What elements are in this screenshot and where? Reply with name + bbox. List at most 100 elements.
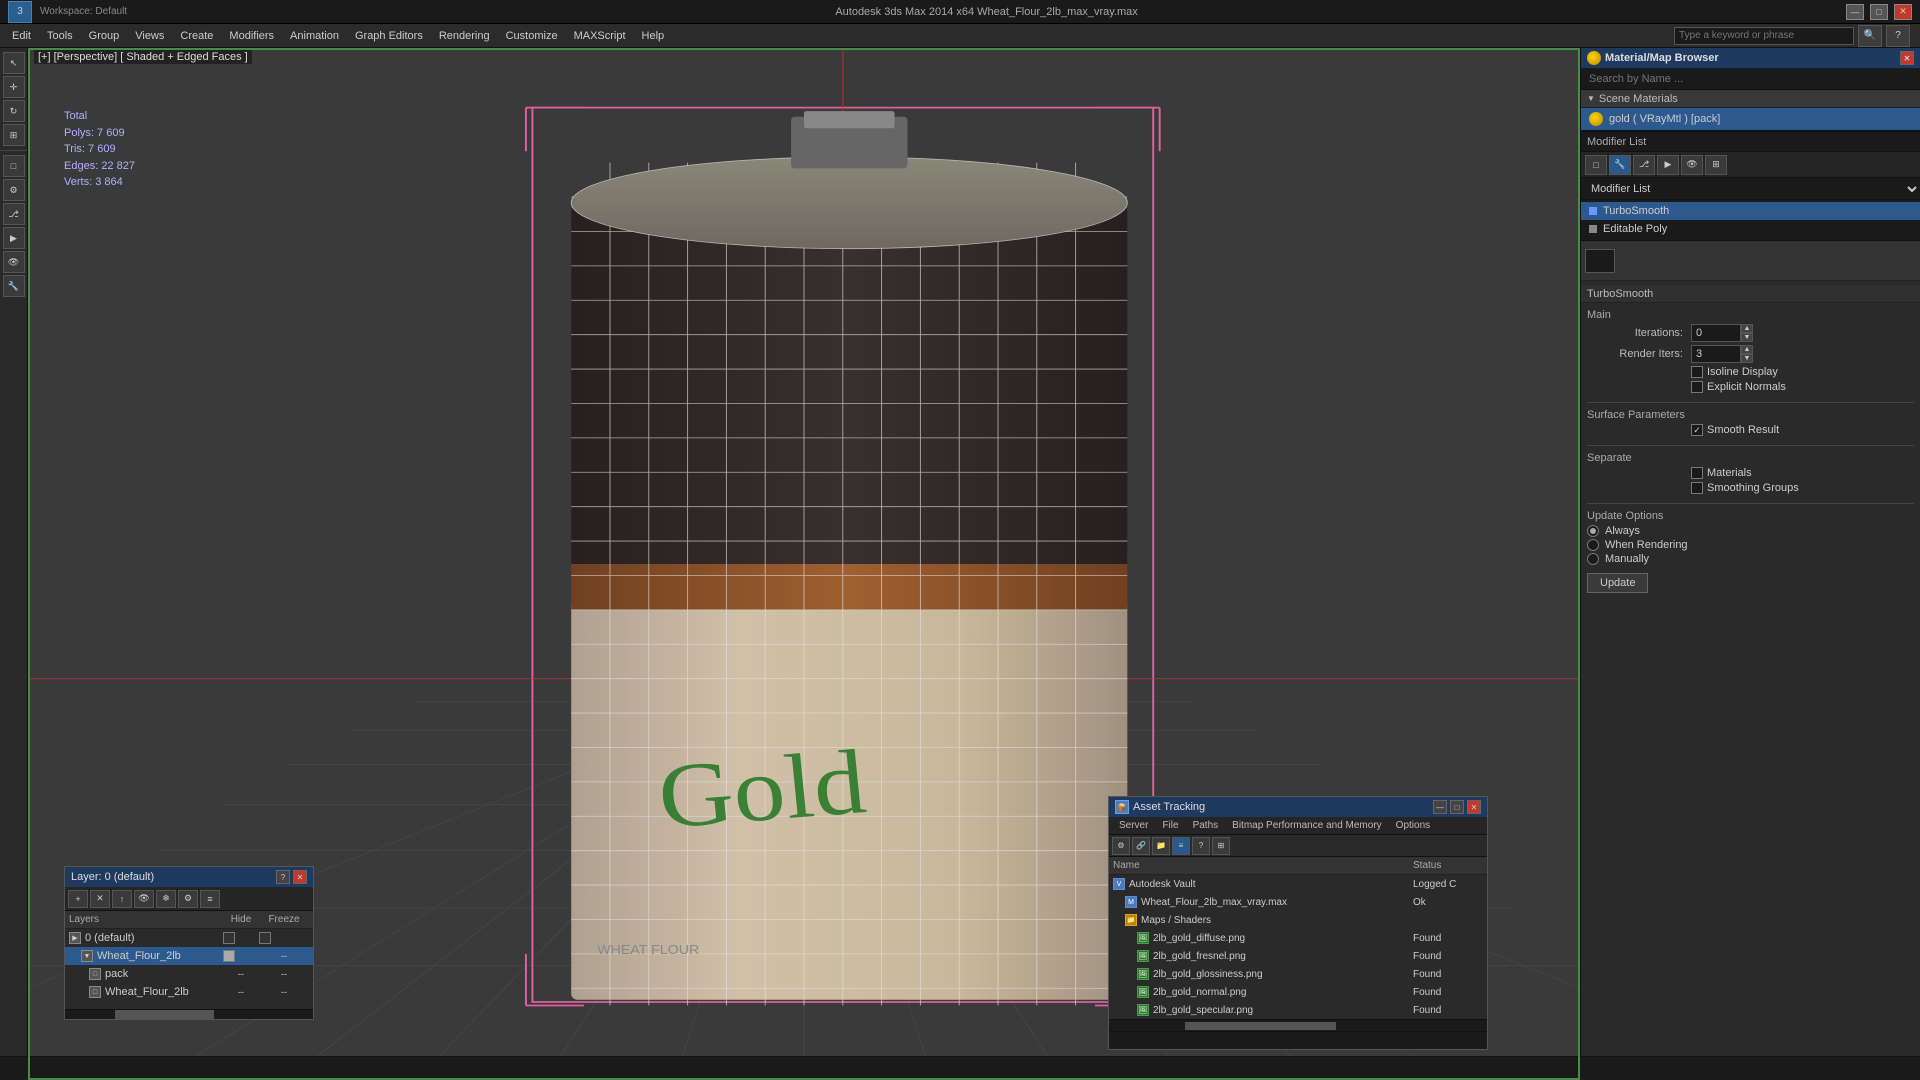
asset-row[interactable]: 🖼 2lb_gold_normal.png Found — [1109, 983, 1487, 1001]
create-tool[interactable]: □ — [3, 155, 25, 177]
maximize-button[interactable]: □ — [1870, 4, 1888, 20]
scene-materials-header[interactable]: Scene Materials — [1581, 90, 1920, 108]
asset-scrollbar[interactable] — [1109, 1019, 1487, 1031]
mmb-close-btn[interactable]: ✕ — [1900, 51, 1914, 65]
mmb-search-input[interactable] — [1581, 68, 1920, 90]
move-tool[interactable]: ✛ — [3, 76, 25, 98]
layer-hide-toggle[interactable]: -- — [223, 969, 259, 979]
minimize-button[interactable]: — — [1846, 4, 1864, 20]
asset-btn-4[interactable]: ≡ — [1172, 837, 1190, 855]
menu-help[interactable]: Help — [634, 27, 673, 45]
isoline-checkbox[interactable] — [1691, 366, 1703, 378]
smoothing-groups-checkbox[interactable] — [1691, 482, 1703, 494]
asset-row[interactable]: 🖼 2lb_gold_glossiness.png Found — [1109, 965, 1487, 983]
app-icon[interactable]: 3 — [8, 1, 32, 23]
asset-btn-5[interactable]: ? — [1192, 837, 1210, 855]
modify-tool[interactable]: ⚙ — [3, 179, 25, 201]
rt-hierarchy-btn[interactable]: ⎇ — [1633, 155, 1655, 175]
layer-scroll-area[interactable]: ▶ 0 (default) ▼ Wheat_Flour_2lb — [65, 929, 313, 1009]
rotate-tool[interactable]: ↻ — [3, 100, 25, 122]
iterations-down-btn[interactable]: ▼ — [1741, 333, 1753, 342]
layer-hide-toggle[interactable]: -- — [223, 987, 259, 997]
layer-hide-toggle[interactable] — [223, 932, 259, 944]
asset-row[interactable]: V Autodesk Vault Logged C — [1109, 875, 1487, 893]
always-radio[interactable] — [1587, 525, 1599, 537]
layer-extra-btn[interactable]: ≡ — [200, 890, 220, 908]
scale-tool[interactable]: ⊞ — [3, 124, 25, 146]
asset-row[interactable]: M Wheat_Flour_2lb_max_vray.max Ok — [1109, 893, 1487, 911]
manually-radio[interactable] — [1587, 553, 1599, 565]
menu-create[interactable]: Create — [172, 27, 221, 45]
menu-animation[interactable]: Animation — [282, 27, 347, 45]
layer-freeze-check[interactable] — [259, 932, 271, 944]
modifier-list-item-turbosmoooth[interactable]: TurboSmooth — [1581, 202, 1920, 220]
iterations-input[interactable] — [1691, 324, 1741, 342]
hierarchy-tool[interactable]: ⎇ — [3, 203, 25, 225]
layer-freeze-toggle[interactable]: -- — [259, 987, 309, 997]
menu-group[interactable]: Group — [81, 27, 128, 45]
layer-hide-check[interactable] — [223, 932, 235, 944]
layer-freeze-toggle[interactable]: -- — [259, 969, 309, 979]
rt-modify-btn[interactable]: 🔧 — [1609, 155, 1631, 175]
menu-maxscript[interactable]: MAXScript — [566, 27, 634, 45]
asset-minimize-btn[interactable]: — — [1433, 800, 1447, 814]
layer-row[interactable]: □ pack -- -- — [65, 965, 313, 983]
menu-edit[interactable]: Edit — [4, 27, 39, 45]
rt-utilities-btn[interactable]: ⊞ — [1705, 155, 1727, 175]
menu-views[interactable]: Views — [127, 27, 172, 45]
layer-move-up-btn[interactable]: ↑ — [112, 890, 132, 908]
layer-hide-toggle[interactable] — [223, 950, 259, 962]
render-iters-down-btn[interactable]: ▼ — [1741, 354, 1753, 363]
asset-btn-2[interactable]: 🔗 — [1132, 837, 1150, 855]
modifier-dropdown[interactable]: Modifier List — [1581, 178, 1920, 200]
layer-freeze-toggle[interactable] — [259, 932, 309, 944]
layer-row[interactable]: □ Wheat_Flour_2lb -- -- — [65, 983, 313, 1001]
smooth-result-checkbox[interactable] — [1691, 424, 1703, 436]
asset-menu-bitmap-perf[interactable]: Bitmap Performance and Memory — [1226, 820, 1388, 831]
layer-hide-check[interactable] — [223, 950, 235, 962]
layer-row[interactable]: ▼ Wheat_Flour_2lb -- — [65, 947, 313, 965]
asset-btn-6[interactable]: ⊞ — [1212, 837, 1230, 855]
modifier-list-item-editable-poly[interactable]: Editable Poly — [1581, 220, 1920, 238]
explicit-normals-checkbox[interactable] — [1691, 381, 1703, 393]
asset-row[interactable]: 🖼 2lb_gold_diffuse.png Found — [1109, 929, 1487, 947]
asset-menu-server[interactable]: Server — [1113, 820, 1154, 831]
menu-rendering[interactable]: Rendering — [431, 27, 498, 45]
asset-row[interactable]: 🖼 2lb_gold_fresnel.png Found — [1109, 947, 1487, 965]
rt-create-btn[interactable]: □ — [1585, 155, 1607, 175]
menu-tools[interactable]: Tools — [39, 27, 81, 45]
search-input[interactable] — [1674, 27, 1854, 45]
iterations-up-btn[interactable]: ▲ — [1741, 324, 1753, 333]
asset-row[interactable]: 📁 Maps / Shaders — [1109, 911, 1487, 929]
display-tool[interactable]: 👁 — [3, 251, 25, 273]
layer-toggle-freeze-btn[interactable]: ❄ — [156, 890, 176, 908]
layer-scrollbar[interactable] — [65, 1009, 313, 1019]
layer-toggle-hide-btn[interactable]: 👁 — [134, 890, 154, 908]
layer-row[interactable]: ▶ 0 (default) — [65, 929, 313, 947]
asset-close-btn[interactable]: ✕ — [1467, 800, 1481, 814]
menu-customize[interactable]: Customize — [498, 27, 566, 45]
help-button[interactable]: ? — [1886, 25, 1910, 47]
workspace-selector[interactable]: Workspace: Default — [40, 6, 127, 17]
layer-settings-btn[interactable]: ⚙ — [178, 890, 198, 908]
rt-motion-btn[interactable]: ▶ — [1657, 155, 1679, 175]
utilities-tool[interactable]: 🔧 — [3, 275, 25, 297]
asset-row[interactable]: 🖼 2lb_gold_specular.png Found — [1109, 1001, 1487, 1019]
rt-display-btn[interactable]: 👁 — [1681, 155, 1703, 175]
menu-modifiers[interactable]: Modifiers — [221, 27, 282, 45]
layer-close-btn[interactable]: ✕ — [293, 870, 307, 884]
asset-btn-3[interactable]: 📁 — [1152, 837, 1170, 855]
layer-add-btn[interactable]: + — [68, 890, 88, 908]
render-iters-input[interactable] — [1691, 345, 1741, 363]
layer-scrollbar-thumb[interactable] — [115, 1010, 214, 1019]
when-rendering-radio[interactable] — [1587, 539, 1599, 551]
search-button[interactable]: 🔍 — [1858, 25, 1882, 47]
materials-checkbox[interactable] — [1691, 467, 1703, 479]
menu-graph-editors[interactable]: Graph Editors — [347, 27, 431, 45]
select-tool[interactable]: ↖ — [3, 52, 25, 74]
asset-menu-paths[interactable]: Paths — [1187, 820, 1225, 831]
layer-remove-btn[interactable]: ✕ — [90, 890, 110, 908]
color-swatch-box[interactable] — [1585, 249, 1615, 273]
material-item[interactable]: gold ( VRayMtl ) [pack] — [1581, 108, 1920, 130]
render-iters-up-btn[interactable]: ▲ — [1741, 345, 1753, 354]
